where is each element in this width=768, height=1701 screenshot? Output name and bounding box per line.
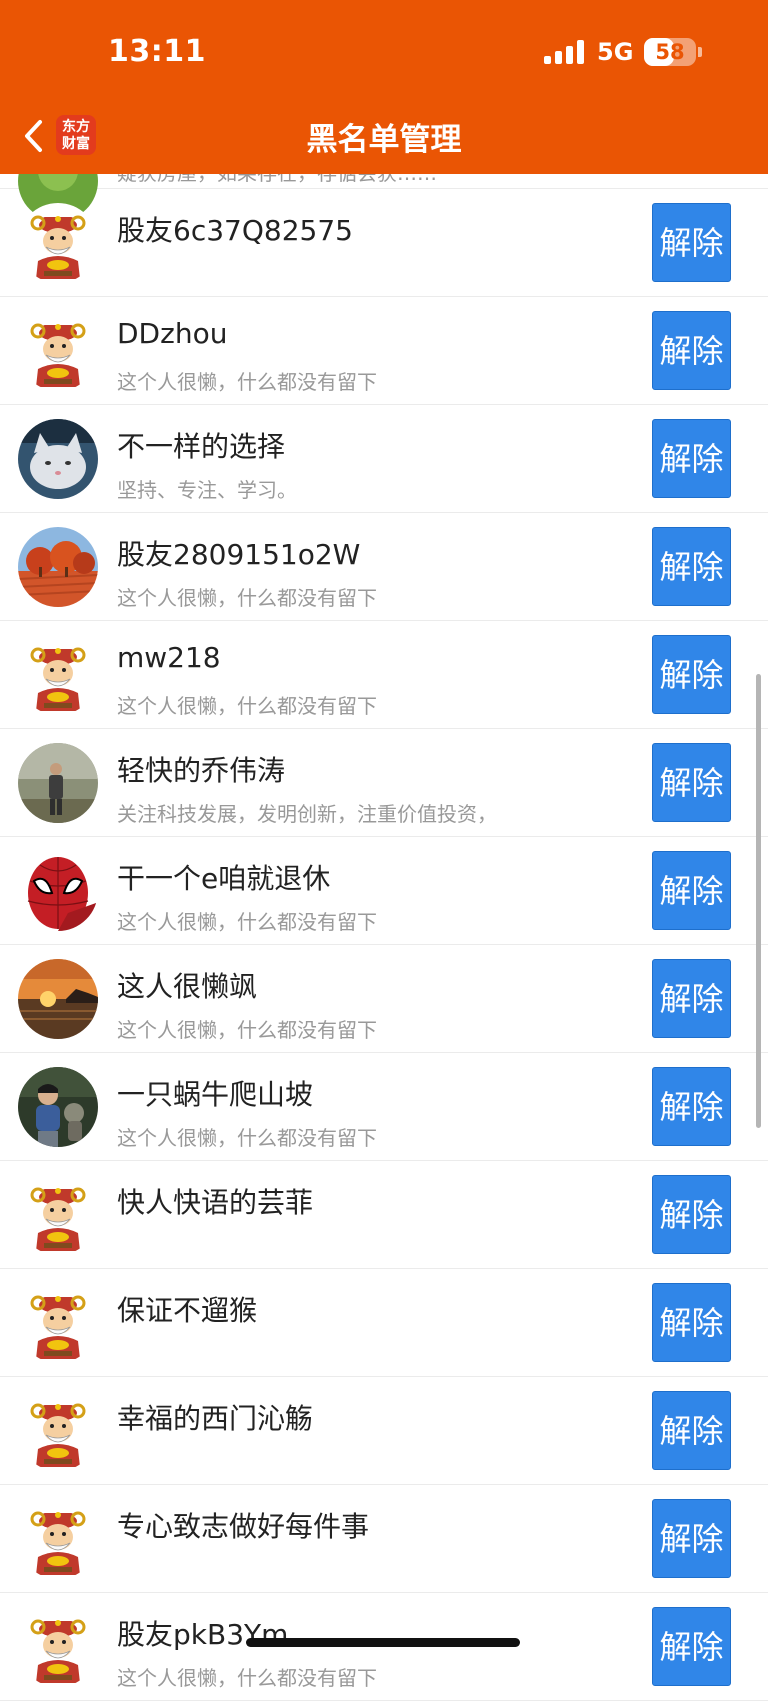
unblock-button[interactable]: 解除 xyxy=(652,635,731,714)
unblock-button[interactable]: 解除 xyxy=(652,527,731,606)
cat-photo-avatar[interactable] xyxy=(18,419,98,499)
user-name: 一只蜗牛爬山坡 xyxy=(117,1078,314,1111)
default-fortune-god-avatar[interactable] xyxy=(18,203,98,283)
unblock-button[interactable]: 解除 xyxy=(652,1607,731,1686)
red-trees-photo-avatar[interactable] xyxy=(18,527,98,607)
list-item[interactable]: 干一个e咱就退休这个人很懒，什么都没有留下 解除 xyxy=(0,837,768,945)
user-name: 干一个e咱就退休 xyxy=(117,862,331,895)
child-photo-avatar[interactable] xyxy=(18,1067,98,1147)
unblock-button[interactable]: 解除 xyxy=(652,1391,731,1470)
unblock-button[interactable]: 解除 xyxy=(652,959,731,1038)
home-indicator[interactable] xyxy=(246,1638,520,1647)
default-fortune-god-avatar[interactable] xyxy=(18,1283,98,1363)
default-fortune-god-avatar[interactable] xyxy=(18,1499,98,1579)
scrollbar[interactable] xyxy=(756,674,761,1128)
status-time: 13:11 xyxy=(108,34,206,69)
list-item[interactable]: 专心致志做好每件事 解除 xyxy=(0,1485,768,1593)
list-item[interactable]: mw218 这个人很懒，什么都没有留下 解除 xyxy=(0,621,768,729)
list-item[interactable]: 股友2809151o2W 这个人很懒，什么都没有留下 解除 xyxy=(0,513,768,621)
user-bio: 这个人很懒，什么都没有留下 xyxy=(117,1666,377,1690)
user-name: 股友pkB3Ym xyxy=(117,1618,289,1651)
unblock-button[interactable]: 解除 xyxy=(652,1499,731,1578)
user-bio: 坚持、专注、学习。 xyxy=(117,478,297,502)
default-fortune-god-avatar[interactable] xyxy=(18,635,98,715)
blacklist: 疑获房屋，如果存在，存惦会获…… 股友6c37Q82575解除 xyxy=(0,81,768,1701)
person-outdoor-photo-avatar[interactable] xyxy=(18,743,98,823)
user-name: 这人很懒飒 xyxy=(117,970,258,1003)
unblock-button[interactable]: 解除 xyxy=(652,1283,731,1362)
user-name: 快人快语的芸菲 xyxy=(117,1186,314,1219)
list-item[interactable]: DDzhou 这个人很懒，什么都没有留下 解除 xyxy=(0,297,768,405)
sunset-photo-avatar[interactable] xyxy=(18,959,98,1039)
user-name: mw218 xyxy=(117,641,221,674)
unblock-button[interactable]: 解除 xyxy=(652,311,731,390)
network-type: 5G xyxy=(597,38,634,66)
battery-cap xyxy=(698,47,702,57)
list-item[interactable]: 股友pkB3Ym 这个人很懒，什么都没有留下 解除 xyxy=(0,1593,768,1701)
unblock-button[interactable]: 解除 xyxy=(652,851,731,930)
list-item[interactable]: 幸福的西门沁觞 解除 xyxy=(0,1377,768,1485)
unblock-button[interactable]: 解除 xyxy=(652,1067,731,1146)
user-name: 轻快的乔伟涛 xyxy=(117,754,286,787)
battery-icon: 58 xyxy=(644,38,696,66)
default-fortune-god-avatar[interactable] xyxy=(18,1175,98,1255)
user-name: 股友2809151o2W xyxy=(117,538,361,571)
default-fortune-god-avatar[interactable] xyxy=(18,1391,98,1471)
user-bio: 这个人很懒，什么都没有留下 xyxy=(117,370,377,394)
list-item[interactable]: 这人很懒飒这个人很懒，什么都没有留下 解除 xyxy=(0,945,768,1053)
list-item[interactable]: 保证不遛猴 解除 xyxy=(0,1269,768,1377)
user-name: 幸福的西门沁觞 xyxy=(117,1402,314,1435)
user-name: 股友6c37Q82575 xyxy=(117,214,353,247)
user-bio: 这个人很懒，什么都没有留下 xyxy=(117,910,377,934)
user-name: DDzhou xyxy=(117,317,228,350)
list-item[interactable]: 股友6c37Q82575 解除 xyxy=(0,189,768,297)
user-bio: 这个人很懒，什么都没有留下 xyxy=(117,586,377,610)
user-name: 保证不遛猴 xyxy=(117,1294,258,1327)
list-item[interactable]: 不一样的选择坚持、专注、学习。 解除 xyxy=(0,405,768,513)
spiderman-avatar[interactable] xyxy=(18,851,98,931)
user-bio: 关注科技发展，发明创新，注重价值投资， xyxy=(117,802,497,826)
unblock-button[interactable]: 解除 xyxy=(652,203,731,282)
list-item[interactable]: 轻快的乔伟涛关注科技发展，发明创新，注重价值投资， 解除 xyxy=(0,729,768,837)
default-fortune-god-avatar[interactable] xyxy=(18,311,98,391)
page-title: 黑名单管理 xyxy=(306,122,462,158)
user-name: 不一样的选择 xyxy=(117,430,286,463)
header-bar: 13:11 5G 58 东方 财富 黑名单管理 xyxy=(0,0,768,174)
battery-text: 58 xyxy=(655,40,685,64)
list-item[interactable]: 一只蜗牛爬山坡这个人很懒，什么都没有留下 解除 xyxy=(0,1053,768,1161)
unblock-button[interactable]: 解除 xyxy=(652,743,731,822)
list-item[interactable]: 快人快语的芸菲 解除 xyxy=(0,1161,768,1269)
signal-icon xyxy=(544,40,584,64)
user-name: 专心致志做好每件事 xyxy=(117,1510,370,1543)
user-bio: 这个人很懒，什么都没有留下 xyxy=(117,1018,377,1042)
unblock-button[interactable]: 解除 xyxy=(652,419,731,498)
unblock-button[interactable]: 解除 xyxy=(652,1175,731,1254)
user-bio: 这个人很懒，什么都没有留下 xyxy=(117,694,377,718)
user-bio: 这个人很懒，什么都没有留下 xyxy=(117,1126,377,1150)
default-fortune-god-avatar[interactable] xyxy=(18,1607,98,1687)
